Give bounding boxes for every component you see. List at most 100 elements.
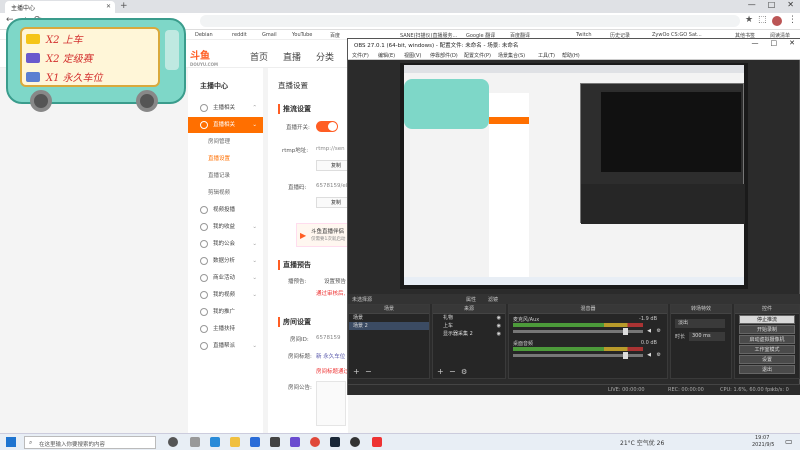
exit-button[interactable]: 退出 <box>739 365 795 374</box>
volume-fader[interactable] <box>513 352 643 359</box>
eye-icon[interactable]: ◉ <box>497 330 501 338</box>
source-item[interactable]: 上车 ◉ <box>433 322 505 330</box>
remove-source-icon[interactable]: − <box>449 367 456 376</box>
file-explorer-icon[interactable] <box>230 437 240 447</box>
menu-edit[interactable]: 编辑(E) <box>378 52 395 59</box>
sidebar-item-support[interactable]: 主播扶持 <box>188 321 263 337</box>
extension-icon[interactable]: ⬚ <box>758 15 767 25</box>
obs-close-button[interactable]: ✕ <box>789 39 795 47</box>
duration-input[interactable]: 300 ms <box>689 332 725 341</box>
new-tab-icon[interactable]: + <box>120 1 128 11</box>
rtmp-value[interactable]: rtmp://sen <box>316 146 345 152</box>
menu-profile[interactable]: 配置文件(P) <box>464 52 491 59</box>
sidebar-item-income[interactable]: 我的收益 ⌄ <box>188 219 263 235</box>
windows-start-icon[interactable] <box>6 437 16 447</box>
obs-minimize-button[interactable]: — <box>752 39 759 47</box>
obs-maximize-button[interactable]: □ <box>771 39 778 47</box>
nav-home[interactable]: 首页 <box>250 50 268 63</box>
volume-fader[interactable] <box>513 328 643 335</box>
menu-docks[interactable]: 停靠部件(D) <box>430 52 458 59</box>
sidebar-item-live-records[interactable]: 直播记录 <box>188 168 263 184</box>
speaker-icon[interactable]: ◀ <box>647 328 651 334</box>
sidebar-item-anchor[interactable]: 主播相关 ⌃ <box>188 100 263 116</box>
taskbar-search[interactable]: ⌕ 在这里输入你要搜索的内容 <box>24 436 156 449</box>
source-item[interactable]: 显示器采集 2 ◉ <box>433 330 505 338</box>
virtual-camera-button[interactable]: 启动虚拟摄像机 <box>739 335 795 344</box>
maximize-button[interactable]: □ <box>768 0 776 9</box>
url-field[interactable] <box>200 15 740 27</box>
gear-icon[interactable]: ⚙ <box>657 328 661 334</box>
douyu-logo[interactable]: 斗鱼 DOUYU.COM <box>190 47 218 67</box>
close-tab-icon[interactable]: ✕ <box>106 3 111 10</box>
live-switch-toggle[interactable] <box>316 121 338 132</box>
chrome-icon[interactable] <box>310 437 320 447</box>
gear-icon[interactable]: ⚙ <box>461 368 467 376</box>
channel-db: 0.0 dB <box>640 340 657 346</box>
clock-time[interactable]: 19:07 <box>755 435 769 441</box>
task-view-icon[interactable] <box>168 437 178 447</box>
sidebar-item-business[interactable]: 商业活动 ⌄ <box>188 270 263 286</box>
sidebar-item-guild[interactable]: 我的公会 ⌄ <box>188 236 263 252</box>
avatar[interactable] <box>772 16 782 26</box>
bookmark[interactable]: YouTube <box>292 32 312 38</box>
companion-promo[interactable]: ▶ 斗鱼直播伴侣 仅需要1次就启动 <box>296 223 348 247</box>
sidebar-item-room-manage[interactable]: 房间管理 <box>188 134 263 150</box>
eye-icon[interactable]: ◉ <box>497 314 501 322</box>
sidebar-item-analytics[interactable]: 数据分析 ⌄ <box>188 253 263 269</box>
add-source-icon[interactable]: + <box>437 367 444 376</box>
notification-icon[interactable]: ▭ <box>785 437 793 446</box>
bookmark[interactable]: Gmail <box>262 32 277 38</box>
sidebar-item-promo[interactable]: 我的推广 <box>188 304 263 320</box>
nav-category[interactable]: 分类 <box>316 50 334 63</box>
menu-file[interactable]: 文件(F) <box>352 52 369 59</box>
properties-button[interactable]: 属性 <box>466 296 476 303</box>
source-item[interactable]: 礼物 ◉ <box>433 314 505 322</box>
studio-mode-button[interactable]: 工作室模式 <box>739 345 795 354</box>
app-icon[interactable] <box>270 437 280 447</box>
steam-icon[interactable] <box>330 437 340 447</box>
bookmark[interactable]: reddit <box>232 32 247 38</box>
widgets-icon[interactable] <box>190 437 200 447</box>
notice-value[interactable]: 设置预告 <box>324 277 346 285</box>
obs-icon[interactable] <box>350 437 360 447</box>
settings-button[interactable]: 设置 <box>739 355 795 364</box>
sidebar-item-video[interactable]: 视频投播 <box>188 202 263 218</box>
eye-icon[interactable]: ◉ <box>497 322 501 330</box>
menu-icon[interactable]: ⋮ <box>788 15 797 25</box>
netease-music-icon[interactable] <box>372 437 382 447</box>
clock-date[interactable]: 2021/9/5 <box>752 442 774 448</box>
menu-help[interactable]: 帮助(H) <box>562 52 580 59</box>
browser-tab[interactable]: 主播中心 ✕ <box>5 1 115 13</box>
nav-live[interactable]: 直播 <box>283 50 301 63</box>
add-scene-icon[interactable]: + <box>353 367 360 376</box>
menu-tools[interactable]: 工具(T) <box>538 52 555 59</box>
menu-scene-collection[interactable]: 场景集合(S) <box>498 52 525 59</box>
sidebar-item-clips[interactable]: 剪辑视频 <box>188 185 263 201</box>
start-recording-button[interactable]: 开始录制 <box>739 325 795 334</box>
bookmark[interactable]: 百度 <box>330 32 340 39</box>
scene-item[interactable]: 场景 <box>349 314 429 322</box>
sidebar-item-my-videos[interactable]: 我的视频 ⌄ <box>188 287 263 303</box>
sidebar-item-gang[interactable]: 直播帮派 ⌄ <box>188 338 263 354</box>
gear-icon[interactable]: ⚙ <box>657 352 661 358</box>
sidebar-item-live-settings[interactable]: 直播设置 <box>188 151 263 167</box>
menu-view[interactable]: 视图(V) <box>404 52 421 59</box>
store-icon[interactable] <box>250 437 260 447</box>
obs-preview[interactable] <box>400 63 748 289</box>
minimize-button[interactable]: — <box>748 0 756 9</box>
scene-item[interactable]: 场景 2 <box>349 322 429 330</box>
room-notice-textarea[interactable] <box>316 381 346 426</box>
app-icon[interactable] <box>290 437 300 447</box>
stop-streaming-button[interactable]: 停止推流 <box>739 315 795 324</box>
close-button[interactable]: ✕ <box>787 0 794 9</box>
remove-scene-icon[interactable]: − <box>365 367 372 376</box>
speaker-icon[interactable]: ◀ <box>647 352 651 358</box>
bookmark[interactable]: Debian <box>195 32 213 38</box>
stream-code-value[interactable]: 6578159/e8 <box>316 183 349 189</box>
edge-icon[interactable] <box>210 437 220 447</box>
sidebar-item-live[interactable]: 直播相关 ⌄ <box>188 117 263 133</box>
filters-button[interactable]: 滤镜 <box>488 296 498 303</box>
transition-select[interactable]: 淡出 <box>675 319 725 328</box>
star-icon[interactable]: ★ <box>745 15 753 25</box>
weather[interactable]: 21°C 空气优 26 <box>620 438 664 447</box>
